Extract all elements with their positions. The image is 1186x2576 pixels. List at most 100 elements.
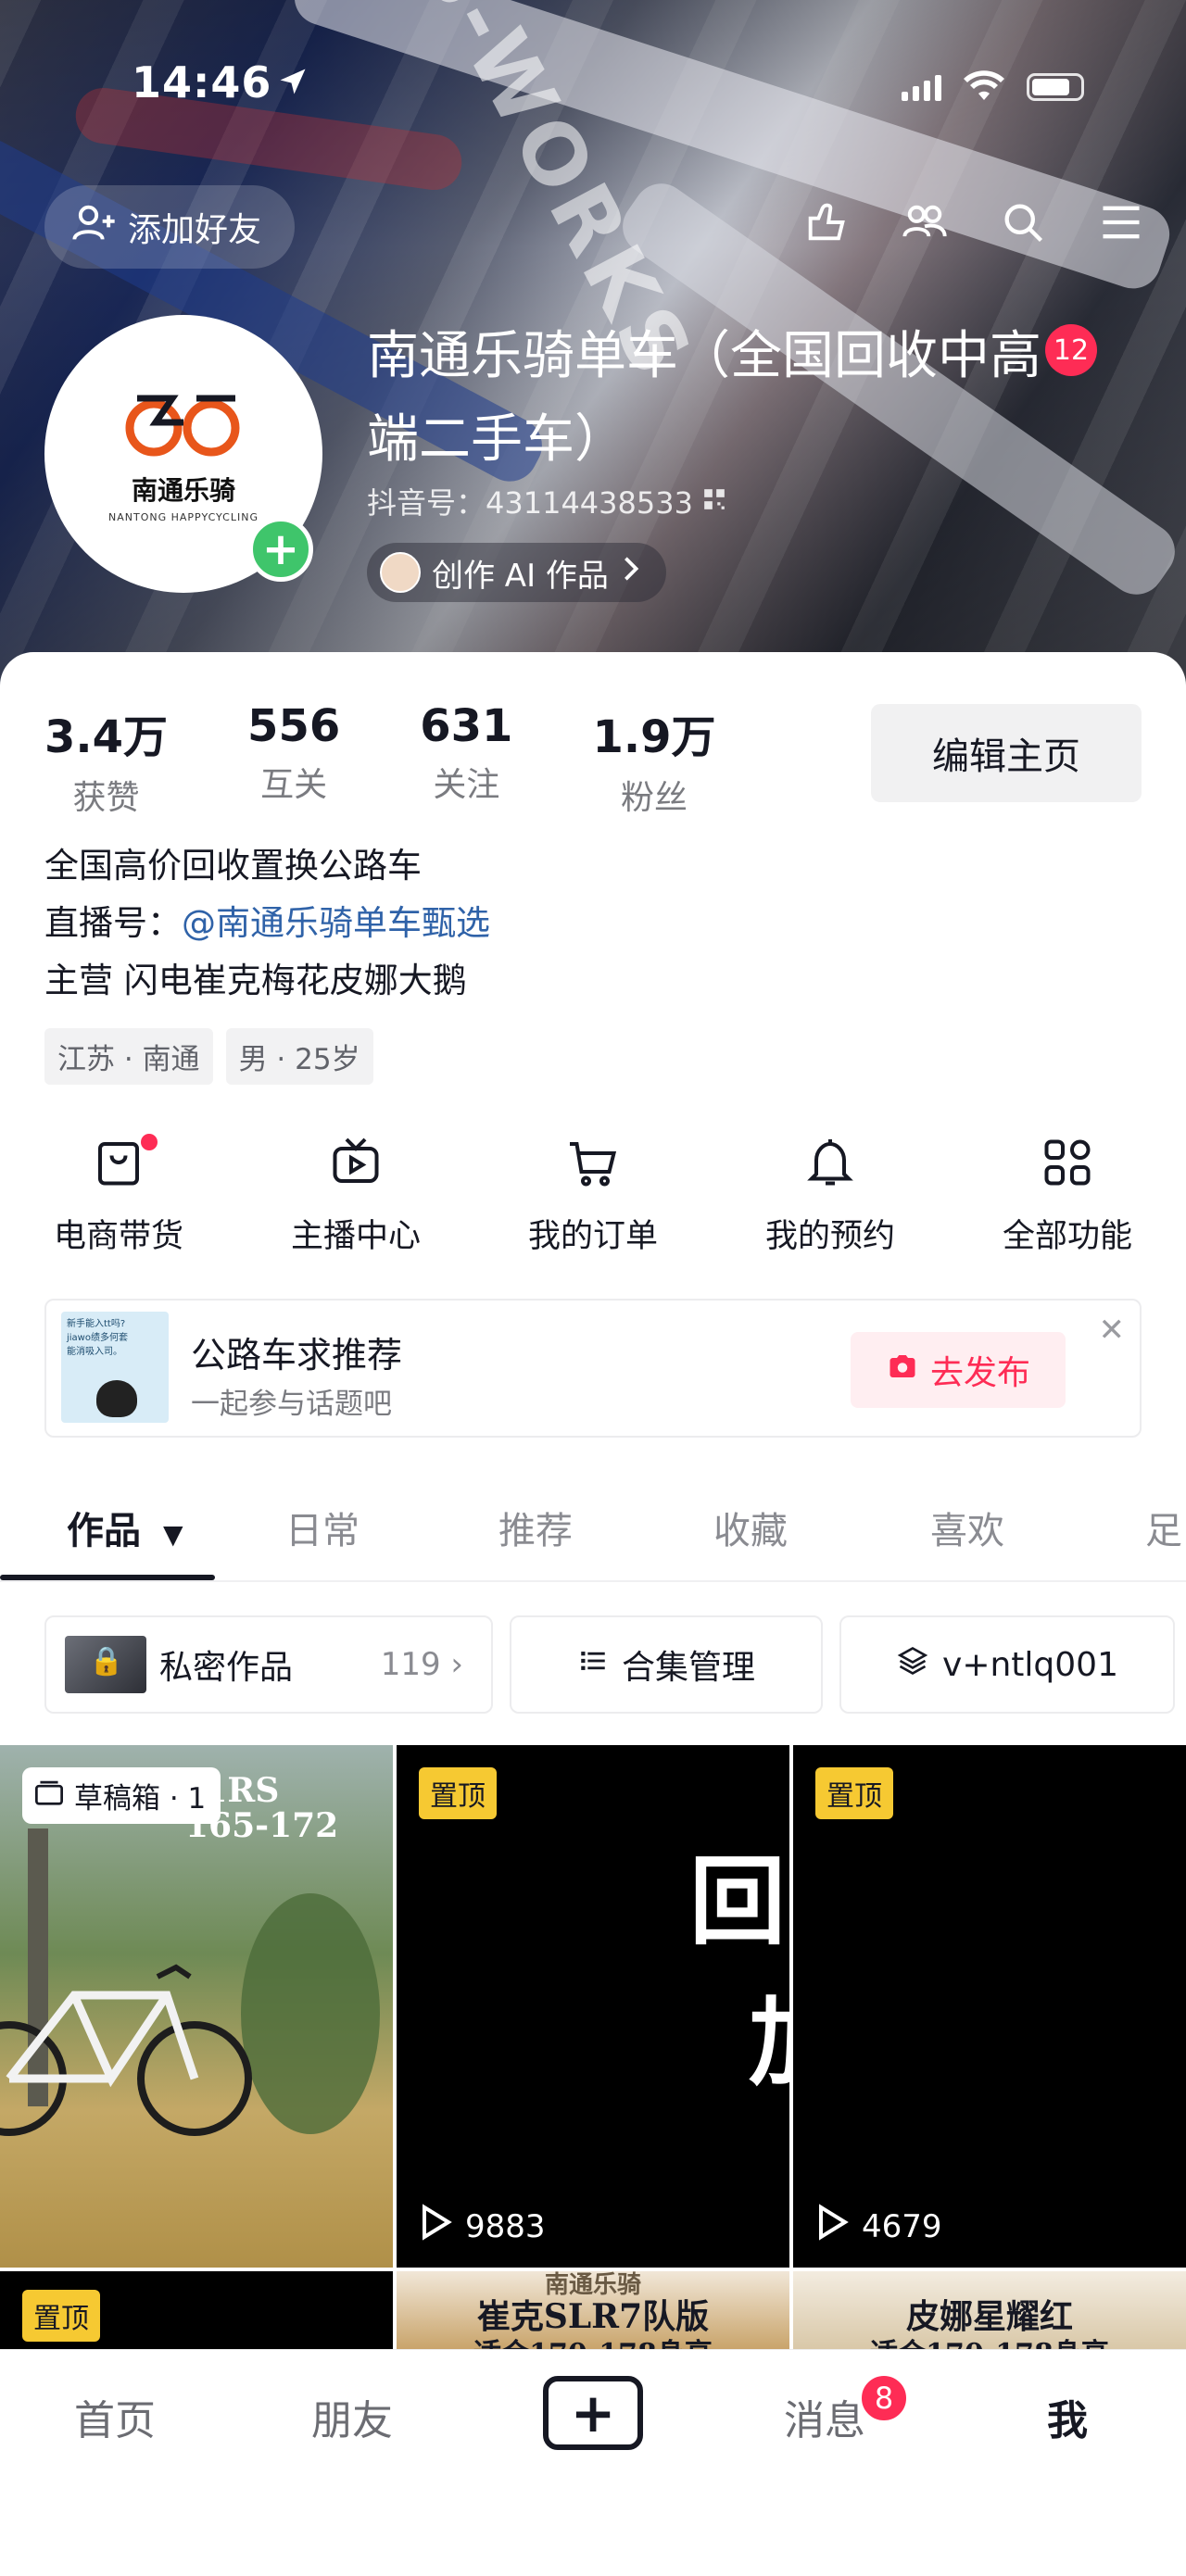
feature-label: 我的预约 (764, 1218, 895, 1255)
video-thumbnail[interactable]: 梅花Y1RS 165-172 草稿箱 · 1 (0, 1745, 393, 2268)
profile-name: 南通乐骑单车（全国回收中高端二手车） (367, 326, 1041, 470)
add-friend-button[interactable]: 添加好友 (44, 185, 295, 269)
view-count: 9883 (419, 2204, 546, 2249)
video-thumbnail[interactable]: 置顶 (0, 2271, 393, 2349)
private-works-button[interactable]: 私密作品 119 › (44, 1615, 493, 1714)
stat-label: 获赞 (72, 779, 140, 817)
collection-manage-button[interactable]: 合集管理 (510, 1615, 823, 1714)
topic-subtitle: 一起参与话题吧 (191, 1388, 392, 1421)
nav-friends[interactable]: 朋友 (311, 2387, 393, 2446)
douyin-id[interactable]: 抖音号：43114438533 (367, 480, 726, 522)
draft-icon (33, 1778, 65, 1814)
tab-label: 作品 (67, 1510, 141, 1552)
feature-ecommerce[interactable]: 电商带货 (0, 1130, 237, 1257)
stat-followers[interactable]: 1.9万 粉丝 (592, 700, 715, 819)
location-arrow-icon (276, 65, 309, 102)
caret-down-icon: ▼ (162, 1519, 183, 1550)
grid-divider (789, 1745, 793, 2268)
tab-recommend[interactable]: 推荐 (498, 1501, 573, 1554)
view-count: 4679 (815, 2204, 942, 2249)
profile-cover[interactable]: S-WORKS 14:46 添加好友 南通乐骑 NANTONG HAPPYCYC… (0, 0, 1186, 704)
stat-label: 关注 (433, 766, 500, 804)
live-account-link[interactable]: @南通乐骑单车甄选 (182, 903, 490, 943)
topic-thumbnail: 新手能入tt吗? jiawo绩多何套 能消吸入司。 (61, 1312, 169, 1423)
menu-icon[interactable] (1093, 195, 1149, 250)
tab-footprints[interactable]: 足 (1145, 1501, 1182, 1554)
profile-tags: 江苏 · 南通 男 · 25岁 (44, 1028, 373, 1085)
add-friend-label: 添加好友 (128, 211, 262, 249)
play-icon (419, 2204, 452, 2249)
avatar-logo-text: 南通乐骑 (131, 474, 235, 506)
bottom-navigation: 首页 朋友 + 消息 8 我 (0, 2349, 1186, 2576)
gender-age-tag[interactable]: 男 · 25岁 (225, 1028, 373, 1085)
stat-mutual[interactable]: 556 互关 (247, 700, 340, 819)
close-icon[interactable]: ✕ (1099, 1312, 1126, 1349)
topic-title: 公路车求推荐 (191, 1335, 403, 1376)
search-icon[interactable] (995, 195, 1051, 250)
list-icon (577, 1645, 609, 1685)
feature-reservations[interactable]: 我的预约 (712, 1130, 949, 1257)
lock-icon (65, 1636, 146, 1693)
video-thumbnail[interactable]: 置顶 4679 (793, 1745, 1186, 2268)
cart-icon (561, 1130, 625, 1195)
edit-profile-button[interactable]: 编辑主页 (871, 704, 1142, 802)
play-icon (815, 2204, 849, 2249)
add-story-button[interactable]: + (248, 517, 313, 582)
pinned-badge: 置顶 (815, 1767, 893, 1819)
topic-card[interactable]: 新手能入tt吗? jiawo绩多何套 能消吸入司。 公路车求推荐 一起参与话题吧… (44, 1299, 1142, 1438)
ai-avatar-thumbnail (380, 552, 421, 593)
collection-row: 私密作品 119 › 合集管理 v+ntlq001 (0, 1615, 1186, 1714)
status-bar: 14:46 (0, 0, 1186, 107)
feature-shortcuts: 电商带货 主播中心 我的订单 我的预约 全部功能 (0, 1130, 1186, 1257)
notification-badge: 12 (1045, 324, 1097, 376)
grid-divider (393, 1745, 397, 2268)
status-time: 14:46 (132, 57, 272, 107)
feature-orders[interactable]: 我的订单 (474, 1130, 712, 1257)
tab-daily[interactable]: 日常 (285, 1501, 360, 1554)
feature-all[interactable]: 全部功能 (949, 1130, 1186, 1257)
wechat-collection-button[interactable]: v+ntlq001 (839, 1615, 1175, 1714)
battery-icon (1027, 73, 1084, 101)
camera-icon (886, 1350, 919, 1391)
wechat-collection-label: v+ntlq001 (942, 1645, 1118, 1684)
feature-label: 全部功能 (1002, 1218, 1132, 1255)
stats-row: 3.4万 获赞 556 互关 631 关注 1.9万 粉丝 (44, 700, 796, 819)
video-overlay-text: 回收置换买 (689, 1844, 789, 1958)
stat-value: 556 (247, 700, 341, 752)
feature-label: 我的订单 (527, 1218, 658, 1255)
bio-live-prefix: 直播号： (44, 903, 182, 943)
tab-works[interactable]: 作品 ▼ (67, 1501, 183, 1554)
location-tag[interactable]: 江苏 · 南通 (44, 1028, 213, 1085)
publish-button[interactable]: 去发布 (851, 1332, 1066, 1408)
video-overlay-text: 适合170-178身高 (397, 2331, 789, 2349)
bell-icon (798, 1130, 863, 1195)
feature-creator-center[interactable]: 主播中心 (237, 1130, 474, 1257)
topic-thumb-text: 新手能入tt吗? (67, 1319, 126, 1329)
video-thumbnail[interactable]: 置顶 回收置换买 加ntlq00 9883 (397, 1745, 789, 2268)
nav-me[interactable]: 我 (1047, 2387, 1088, 2446)
qr-code-icon (702, 484, 726, 519)
stat-likes[interactable]: 3.4万 获赞 (44, 700, 168, 819)
draft-label: 草稿箱 · 1 (74, 1782, 207, 1816)
ai-creation-chip[interactable]: 创作 AI 作品 (367, 543, 666, 602)
video-thumbnail[interactable]: 皮娜星耀红 适合170-178身高 (793, 2271, 1186, 2349)
view-count-value: 4679 (862, 2207, 942, 2245)
create-button[interactable]: + (543, 2376, 643, 2450)
stat-value: 3.4万 (44, 711, 169, 763)
grid-icon (1035, 1130, 1100, 1195)
tab-likes[interactable]: 喜欢 (930, 1501, 1004, 1554)
layers-icon (896, 1644, 929, 1686)
draft-box-badge[interactable]: 草稿箱 · 1 (22, 1767, 221, 1824)
stat-following[interactable]: 631 关注 (420, 700, 512, 819)
visitor-icon[interactable] (799, 195, 854, 250)
header-actions (799, 195, 1149, 250)
nav-home[interactable]: 首页 (74, 2387, 156, 2446)
new-dot (141, 1134, 158, 1150)
video-thumbnail[interactable]: 南通乐骑 崔克SLR7队版 适合170-178身高 (397, 2271, 789, 2349)
tv-icon (323, 1130, 388, 1195)
tab-favorites[interactable]: 收藏 (713, 1501, 788, 1554)
private-works-count: 119 › (380, 1646, 463, 1683)
nav-messages[interactable]: 消息 (784, 2387, 865, 2446)
friends-icon[interactable] (897, 195, 953, 250)
stat-value: 631 (420, 700, 513, 752)
